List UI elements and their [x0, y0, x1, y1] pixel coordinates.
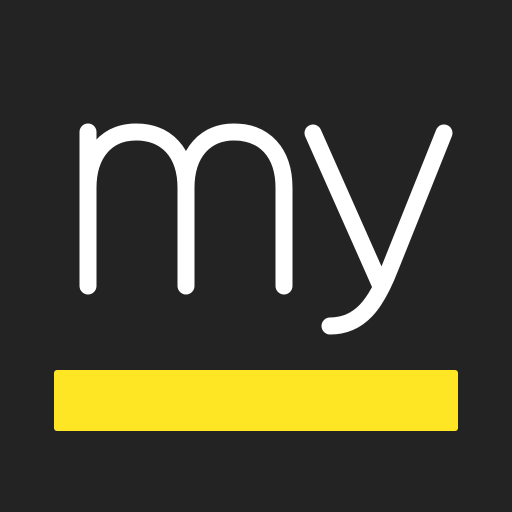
icon-background — [0, 0, 512, 512]
underline-bar — [54, 370, 458, 431]
my-logo — [0, 0, 512, 512]
app-icon — [0, 0, 512, 512]
